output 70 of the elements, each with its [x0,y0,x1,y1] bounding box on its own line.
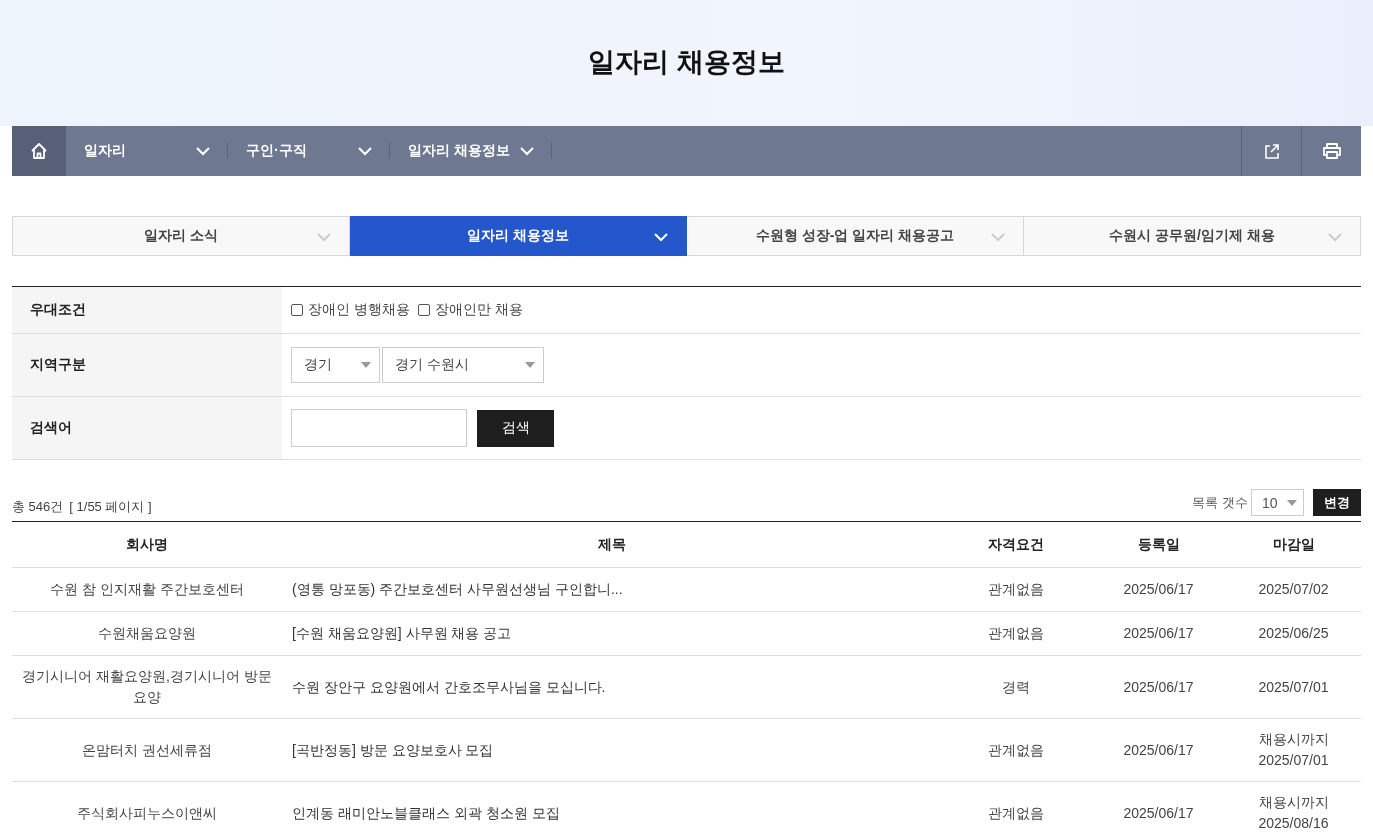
deadline-date: 2025/07/02 [1257,580,1330,599]
company-cell: 경기시니어 재활요양원,경기시니어 방문요양 [12,655,282,719]
company-cell: 주식회사피누스이앤씨 [12,781,282,834]
section-tab[interactable]: 수원형 성장-업 일자리 채용공고 [687,216,1024,256]
company-cell: 수원채움요양원 [12,611,282,656]
deadline-date: 2025/08/16 [1257,814,1330,833]
chevron-down-icon [196,146,210,156]
registered-date-cell: 2025/06/17 [1091,718,1226,782]
registered-date-cell: 2025/06/17 [1091,781,1226,834]
job-title-link[interactable]: [수원 채움요양원] 사무원 채용 공고 [292,625,512,641]
deadline-date: 2025/07/01 [1257,751,1330,770]
deadline-date: 2025/06/25 [1257,624,1330,643]
caret-down-icon [525,362,535,368]
section-tab[interactable]: 일자리 채용정보 [350,216,687,256]
page-title: 일자리 채용정보 [588,46,785,78]
column-header: 마감일 [1226,522,1361,568]
page-size-dropdown[interactable]: 10 [1251,489,1304,516]
deadline-note: 채용시까지 [1257,793,1330,812]
qualification-cell: 관계없음 [941,718,1091,782]
region-dropdown[interactable]: 경기 [291,347,380,383]
column-header: 제목 [282,522,941,568]
job-title-link[interactable]: 인계동 래미안노블클래스 외곽 청소원 모집 [292,804,560,821]
home-icon [30,142,48,160]
company-cell: 온맘터치 권선세류점 [12,718,282,782]
registered-date-cell: 2025/06/17 [1091,567,1226,612]
share-icon [1262,142,1281,160]
chevron-down-icon [654,233,668,242]
qualification-cell: 관계없음 [941,567,1091,612]
caret-down-icon [361,362,371,368]
qualification-cell: 관계없음 [941,781,1091,834]
chevron-down-icon [358,146,372,156]
total-count: 총 546건 [12,498,64,516]
qualification-cell: 관계없음 [941,611,1091,656]
chevron-down-icon [991,233,1005,242]
checkbox[interactable] [417,304,430,316]
deadline-note: 채용시까지 [1257,730,1330,749]
home-button[interactable] [12,126,66,176]
breadcrumb-dropdown[interactable]: 일자리 [66,126,228,176]
page-indicator: [ 1/55 페이지 ] [69,498,152,516]
chevron-down-icon [317,233,331,242]
column-header: 자격요건 [941,522,1091,568]
filter-label: 우대조건 [12,287,282,333]
column-header: 등록일 [1091,522,1226,568]
filter-label: 지역구분 [12,334,282,396]
breadcrumb-dropdown[interactable]: 구인·구직 [228,126,390,176]
checkbox-label: 장애인 병행채용 [308,301,410,319]
registered-date-cell: 2025/06/17 [1091,611,1226,656]
qualification-cell: 경력 [941,655,1091,719]
filter-label: 검색어 [12,397,282,459]
search-field[interactable] [291,409,467,447]
chevron-down-icon [520,146,534,156]
section-tab[interactable]: 일자리 소식 [12,216,350,256]
job-title-link[interactable]: 수원 장안구 요양원에서 간호조무사님을 모십니다. [292,678,606,695]
company-cell: 수원 참 인지재활 주간보호센터 [12,567,282,612]
region-dropdown[interactable]: 경기 수원시 [382,347,544,383]
job-title-link[interactable]: (영통 망포동) 주간보호센터 사무원선생님 구인합니... [292,581,623,597]
column-header: 회사명 [12,522,282,568]
breadcrumb-dropdown[interactable]: 일자리 채용정보 [390,126,552,176]
section-tab[interactable]: 수원시 공무원/임기제 채용 [1024,216,1361,256]
apply-button[interactable]: 변경 [1313,489,1361,516]
registered-date-cell: 2025/06/17 [1091,655,1226,719]
caret-down-icon [1287,499,1297,506]
printer-icon [1321,142,1342,160]
job-title-link[interactable]: [곡반정동] 방문 요양보호사 모집 [292,741,494,758]
search-button[interactable]: 검색 [477,409,554,447]
checkbox[interactable] [291,304,303,316]
checkbox-label: 장애인만 채용 [434,301,523,319]
page-size-label: 목록 갯수 [1192,493,1248,512]
deadline-date: 2025/07/01 [1257,677,1330,697]
chevron-down-icon [1328,233,1342,242]
